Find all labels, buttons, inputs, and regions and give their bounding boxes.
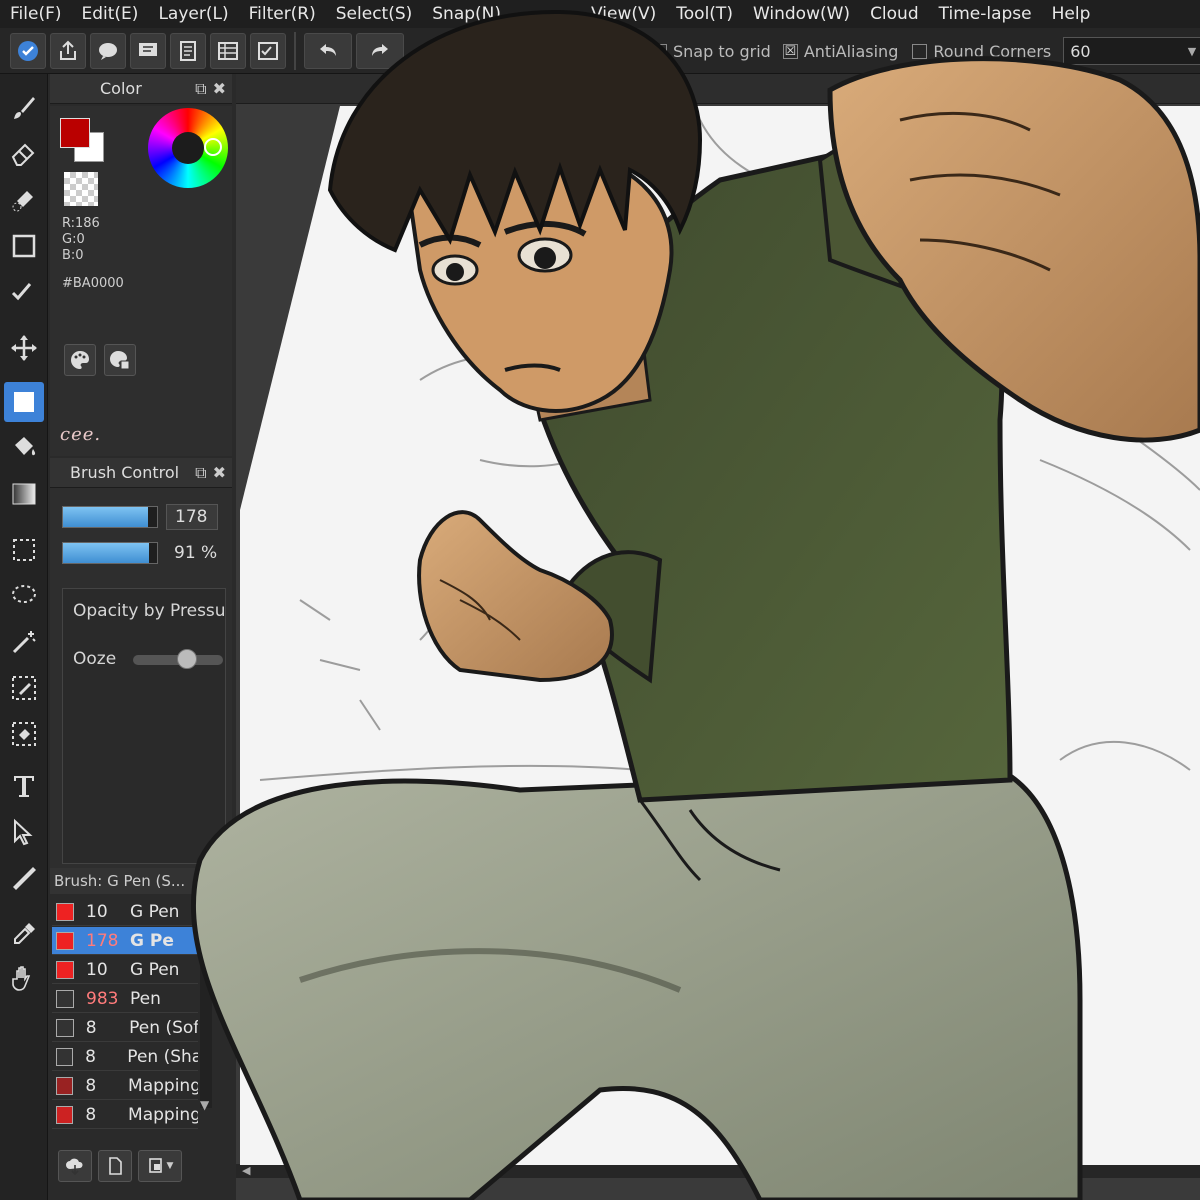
color-wheel-marker[interactable] [204, 138, 222, 156]
character-artwork [190, 9, 1200, 1200]
